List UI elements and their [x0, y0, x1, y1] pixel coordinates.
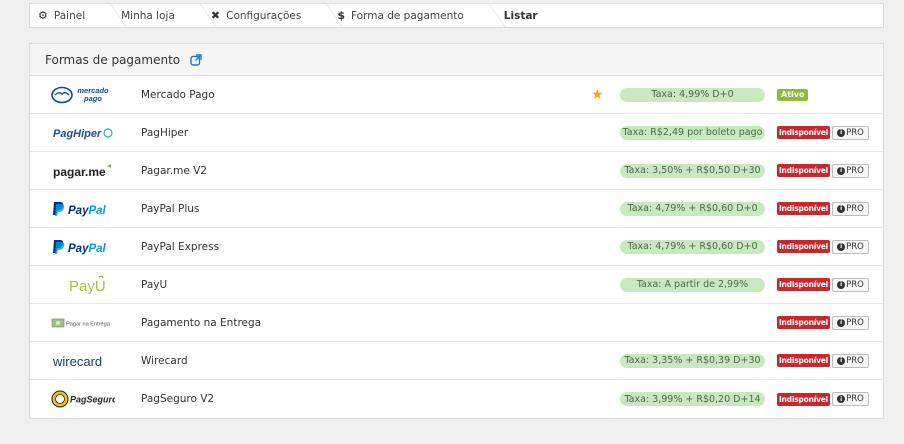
- status-badge-active: Ativo: [777, 88, 809, 101]
- pagseguro-logo: PagSeguro: [50, 387, 116, 411]
- pro-label: PRO: [846, 355, 864, 366]
- info-icon: i: [837, 128, 846, 137]
- breadcrumb-label: Configurações: [226, 9, 302, 22]
- info-icon: i: [837, 395, 846, 403]
- pro-button[interactable]: i PRO: [832, 353, 869, 368]
- svg-text:PagHiper: PagHiper: [53, 128, 102, 140]
- pro-button[interactable]: i PRO: [832, 392, 869, 406]
- payment-row-mercado-pago[interactable]: mercado pago Mercado Pago ★ Taxa: 4,99% …: [30, 76, 883, 114]
- payment-row-pagseguro[interactable]: PagSeguro PagSeguro V2 Taxa: 3,99% + R$0…: [30, 380, 883, 418]
- payment-name: PayPal Plus: [141, 202, 200, 215]
- pro-label: PRO: [846, 127, 864, 138]
- svg-text:wirecard: wirecard: [52, 354, 102, 369]
- payment-row-paypal-express[interactable]: PayPal PayPal Express Taxa: 4,79% + R$0,…: [30, 228, 883, 266]
- fee-label: Taxa: 4,99% D+0: [620, 87, 765, 102]
- external-link-icon[interactable]: [190, 53, 202, 66]
- breadcrumb-label: Listar: [503, 9, 538, 22]
- status-badge-unavailable: Indisponível: [777, 240, 830, 253]
- fee-label: Taxa: 4,79% + R$0,60 D+0: [620, 201, 765, 216]
- svg-text:PayPal: PayPal: [68, 205, 107, 217]
- panel-title: Formas de pagamento: [45, 52, 181, 67]
- breadcrumb-label: Minha loja: [121, 9, 175, 22]
- pro-label: PRO: [846, 394, 864, 404]
- gear-icon: ⚙: [38, 9, 48, 22]
- payment-name: Mercado Pago: [141, 88, 215, 101]
- pro-label: PRO: [846, 317, 864, 328]
- status-badge-unavailable: Indisponível: [777, 316, 830, 329]
- payment-row-pagamento-na-entrega[interactable]: Pagar na Entrega Pagamento na Entrega In…: [30, 304, 883, 342]
- pro-button[interactable]: i PRO: [832, 277, 869, 292]
- svg-text:PayU: PayU: [69, 278, 106, 295]
- pagar-na-entrega-logo: Pagar na Entrega: [50, 311, 116, 335]
- payment-name: Pagamento na Entrega: [141, 316, 262, 329]
- status-badge-unavailable: Indisponível: [777, 392, 830, 406]
- pro-button[interactable]: i PRO: [832, 201, 869, 216]
- pro-label: PRO: [846, 165, 864, 176]
- star-icon[interactable]: ★: [591, 87, 604, 103]
- fee-label: Taxa: A partir de 2,99%: [620, 277, 765, 292]
- status-badge-unavailable: Indisponível: [777, 126, 830, 139]
- payment-name: Wirecard: [141, 354, 188, 367]
- breadcrumb-label: Painel: [53, 9, 86, 22]
- breadcrumb-item-listar: Listar: [488, 4, 562, 27]
- breadcrumb-item-painel[interactable]: ⚙ Painel: [30, 4, 109, 27]
- breadcrumb-item-forma-de-pagamento[interactable]: $ Forma de pagamento: [325, 4, 487, 27]
- info-icon: i: [837, 242, 846, 251]
- status-badge-unavailable: Indisponível: [777, 164, 830, 177]
- pro-label: PRO: [846, 203, 864, 214]
- fee-label: Taxa: 3,99% + R$0,20 D+14: [620, 392, 765, 406]
- pro-button[interactable]: i PRO: [832, 239, 869, 254]
- payu-logo: PayU: [50, 273, 116, 297]
- paypal-logo: PayPal: [50, 197, 116, 221]
- info-icon: i: [837, 318, 846, 327]
- pro-button[interactable]: i PRO: [832, 163, 869, 178]
- fee-label: Taxa: 4,79% + R$0,60 D+0: [620, 239, 765, 254]
- svg-text:pago: pago: [83, 94, 102, 103]
- info-icon: i: [837, 280, 846, 289]
- svg-text:PayPal: PayPal: [68, 243, 107, 255]
- panel-header: Formas de pagamento: [30, 44, 883, 76]
- payment-name: PagHiper: [141, 126, 189, 139]
- payment-row-paghiper[interactable]: PagHiper PagHiper Taxa: R$2,49 por bolet…: [30, 114, 883, 152]
- fee-label: Taxa: 3,50% + R$0,50 D+30: [620, 163, 765, 178]
- pro-label: PRO: [846, 279, 864, 290]
- payment-name: PayU: [141, 278, 168, 291]
- status-badge-unavailable: Indisponível: [777, 202, 830, 215]
- wirecard-logo: wirecard: [50, 349, 116, 373]
- payment-row-wirecard[interactable]: wirecard Wirecard Taxa: 3,35% + R$0,39 D…: [30, 342, 883, 380]
- payment-row-payu[interactable]: PayU PayU Taxa: A partir de 2,99% Indisp…: [30, 266, 883, 304]
- status-badge-unavailable: Indisponível: [777, 354, 830, 367]
- status-badge-unavailable: Indisponível: [777, 278, 830, 291]
- pro-label: PRO: [846, 241, 864, 252]
- mercado-pago-logo: mercado pago: [50, 83, 116, 107]
- info-icon: i: [837, 204, 846, 213]
- svg-text:Pagar na Entrega: Pagar na Entrega: [66, 321, 111, 327]
- breadcrumb-item-minha-loja[interactable]: Minha loja: [109, 4, 199, 27]
- paypal-logo: PayPal: [50, 235, 116, 259]
- svg-text:pagar.me: pagar.me: [53, 165, 106, 179]
- svg-text:PagSeguro: PagSeguro: [70, 395, 115, 405]
- payment-row-paypal-plus[interactable]: PayPal PayPal Plus Taxa: 4,79% + R$0,60 …: [30, 190, 883, 228]
- payment-name: PagSeguro V2: [141, 393, 215, 405]
- breadcrumb: ⚙ Painel Minha loja ✖ Configurações $ Fo…: [29, 3, 884, 28]
- info-icon: i: [837, 356, 846, 365]
- pro-button[interactable]: i PRO: [832, 125, 869, 140]
- pagarme-logo: pagar.me: [50, 159, 116, 183]
- payment-methods-panel: Formas de pagamento mercado pago Mercado…: [29, 43, 884, 419]
- payment-name: Pagar.me V2: [141, 164, 207, 177]
- fee-label: Taxa: R$2,49 por boleto pago: [620, 125, 765, 140]
- breadcrumb-item-configuracoes[interactable]: ✖ Configurações: [199, 4, 325, 27]
- breadcrumb-label: Forma de pagamento: [351, 9, 464, 22]
- dollar-icon: $: [337, 9, 345, 22]
- info-icon: i: [837, 166, 846, 175]
- paghiper-logo: PagHiper: [50, 121, 116, 145]
- fee-label: Taxa: 3,35% + R$0,39 D+30: [620, 353, 765, 368]
- wrench-icon: ✖: [210, 9, 221, 22]
- payment-row-pagarme[interactable]: pagar.me Pagar.me V2 Taxa: 3,50% + R$0,5…: [30, 152, 883, 190]
- pro-button[interactable]: i PRO: [832, 315, 869, 330]
- payment-name: PayPal Express: [141, 240, 220, 253]
